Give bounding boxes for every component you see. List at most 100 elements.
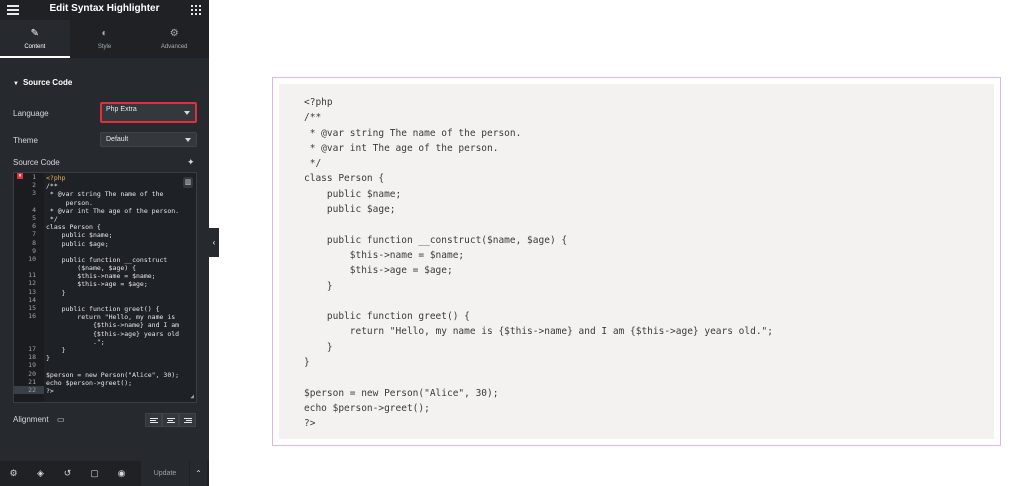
align-right-button[interactable] [179, 413, 196, 427]
code-line: person. [46, 198, 93, 207]
resize-handle-icon[interactable]: ◢ [190, 393, 194, 401]
section-toggle-source-code[interactable]: ▼ Source Code [13, 78, 72, 87]
line-number-text: 17 [28, 344, 36, 353]
line-number-text: 9 [32, 246, 36, 255]
line-number-text: 7 [32, 230, 36, 239]
code-line: $person = new Person("Alice", 30); [46, 370, 180, 379]
collapse-panel-chevron-icon[interactable]: ‹ [209, 228, 219, 257]
tab-label: Content [24, 44, 46, 50]
code-text-area[interactable]: <?php/** * @var string The name of the p… [46, 174, 184, 395]
line-number-text: 14 [28, 295, 36, 304]
line-number: 22 [14, 385, 44, 395]
line-number-gutter: × 1 2 3 4 5 6 7 8 9 10 11 12 13 14 15 16 17 18 19 20 21 22 [14, 173, 44, 402]
panel-title: Edit Syntax Highlighter [49, 3, 160, 14]
line-number: 5 [14, 214, 44, 222]
code-line: */ [46, 214, 58, 223]
preview-code-line: } [304, 341, 333, 353]
preview-code-line: class Person { [304, 173, 385, 185]
line-number-text: 6 [32, 222, 36, 231]
section-title: Source Code [22, 78, 73, 87]
preview-code-line: * @var string The name of the person. [304, 127, 522, 139]
code-line: public function greet() { [46, 305, 160, 313]
line-number [14, 263, 44, 271]
alignment-label: Alignment [13, 415, 49, 424]
settings-gear-icon[interactable]: ⚙ [0, 461, 27, 486]
code-line: class Person { [46, 223, 101, 232]
preview-code-line: /** [304, 112, 322, 124]
line-number-text: 4 [32, 205, 36, 214]
line-number: 21 [14, 378, 44, 386]
panel-header: Edit Syntax Highlighter [0, 0, 209, 20]
line-number: 2 [14, 181, 44, 189]
responsive-mode-icon[interactable]: ▢ [81, 461, 108, 486]
language-select[interactable]: Php Extra [100, 102, 197, 123]
tab-style[interactable]: ◐ Style [70, 20, 140, 58]
highlighted-code-block: <?php /** * @var string The name of the p… [304, 95, 773, 432]
widgets-grid-icon[interactable] [191, 5, 201, 15]
line-number-text: 1 [32, 173, 36, 181]
theme-label: Theme [13, 136, 38, 145]
line-number [14, 198, 44, 206]
code-line: ?> [46, 386, 54, 395]
line-number-text: 8 [32, 238, 36, 247]
line-number-text: 19 [28, 361, 36, 370]
tab-content[interactable]: ✎ Content [0, 20, 70, 58]
line-number-text: 11 [28, 271, 36, 280]
code-editor[interactable]: × 1 2 3 4 5 6 7 8 9 10 11 12 13 14 15 16 17 18 19 20 21 22 <?p… [13, 172, 197, 403]
line-number: 13 [14, 288, 44, 296]
preview-code-line: */ [304, 158, 322, 170]
code-line: {$this->age} years old [46, 329, 180, 338]
code-line: ($name, $age) { [46, 264, 137, 273]
code-line: * @var string The name of the [46, 190, 164, 199]
line-number: 9 [14, 247, 44, 255]
code-line: } [46, 354, 50, 363]
preview-code-line: } [304, 280, 333, 292]
line-number [14, 329, 44, 337]
desktop-monitor-icon[interactable]: ▭ [57, 415, 65, 424]
line-number: 12 [14, 279, 44, 287]
panel-footer: ⚙ ◈ ↺ ▢ ◉ Update ⌃ [0, 461, 209, 486]
preview-code-line: public function __construct($name, $age)… [304, 234, 568, 246]
code-line: $this->name = $name; [46, 272, 156, 281]
theme-value: Default [106, 136, 129, 143]
error-marker-icon[interactable]: × [17, 173, 23, 179]
layers-icon[interactable]: ◈ [27, 461, 54, 486]
alignment-buttons [145, 413, 196, 427]
preview-code-line: echo $person->greet(); [304, 402, 430, 414]
contrast-icon: ◐ [101, 28, 108, 39]
line-number: 18 [14, 353, 44, 361]
code-line: public $name; [46, 231, 113, 240]
preview-code-line: $this->age = $age; [304, 265, 453, 277]
caret-down-icon: ▼ [13, 81, 19, 87]
ai-sparkle-icon[interactable]: ✦ [187, 157, 195, 168]
code-line: return "Hello, my name is [46, 313, 176, 322]
trash-icon[interactable]: ▥ [183, 177, 193, 188]
pencil-icon: ✎ [30, 28, 40, 39]
line-number: 20 [14, 370, 44, 378]
preview-code-line [304, 217, 773, 232]
line-number-text: 22 [28, 385, 36, 394]
history-icon[interactable]: ↺ [54, 461, 81, 486]
align-left-button[interactable] [145, 413, 162, 427]
code-line: } [46, 345, 66, 354]
line-number-text: 2 [32, 181, 36, 190]
widget-preview-frame[interactable]: <?php /** * @var string The name of the p… [272, 77, 1001, 446]
chevron-up-icon[interactable]: ⌃ [189, 461, 207, 486]
line-number: × 1 [14, 173, 44, 181]
line-number: 4 [14, 206, 44, 214]
syntax-highlighter-output: <?php /** * @var string The name of the p… [279, 84, 994, 439]
line-number: 3 [14, 189, 44, 197]
update-button[interactable]: Update [141, 461, 189, 486]
tab-advanced[interactable]: ⚙ Advanced [139, 20, 209, 58]
line-number-text: 12 [28, 279, 36, 288]
code-line: } [46, 288, 66, 297]
code-line: /** [46, 182, 58, 191]
theme-select[interactable]: Default [100, 132, 197, 147]
align-center-button[interactable] [162, 413, 179, 427]
preview-eye-icon[interactable]: ◉ [108, 461, 135, 486]
preview-code-line: * @var int The age of the person. [304, 142, 499, 154]
tab-label: Style [97, 44, 112, 50]
line-number: 19 [14, 361, 44, 369]
preview-code-line: public $age; [304, 204, 396, 216]
line-number: 15 [14, 304, 44, 312]
